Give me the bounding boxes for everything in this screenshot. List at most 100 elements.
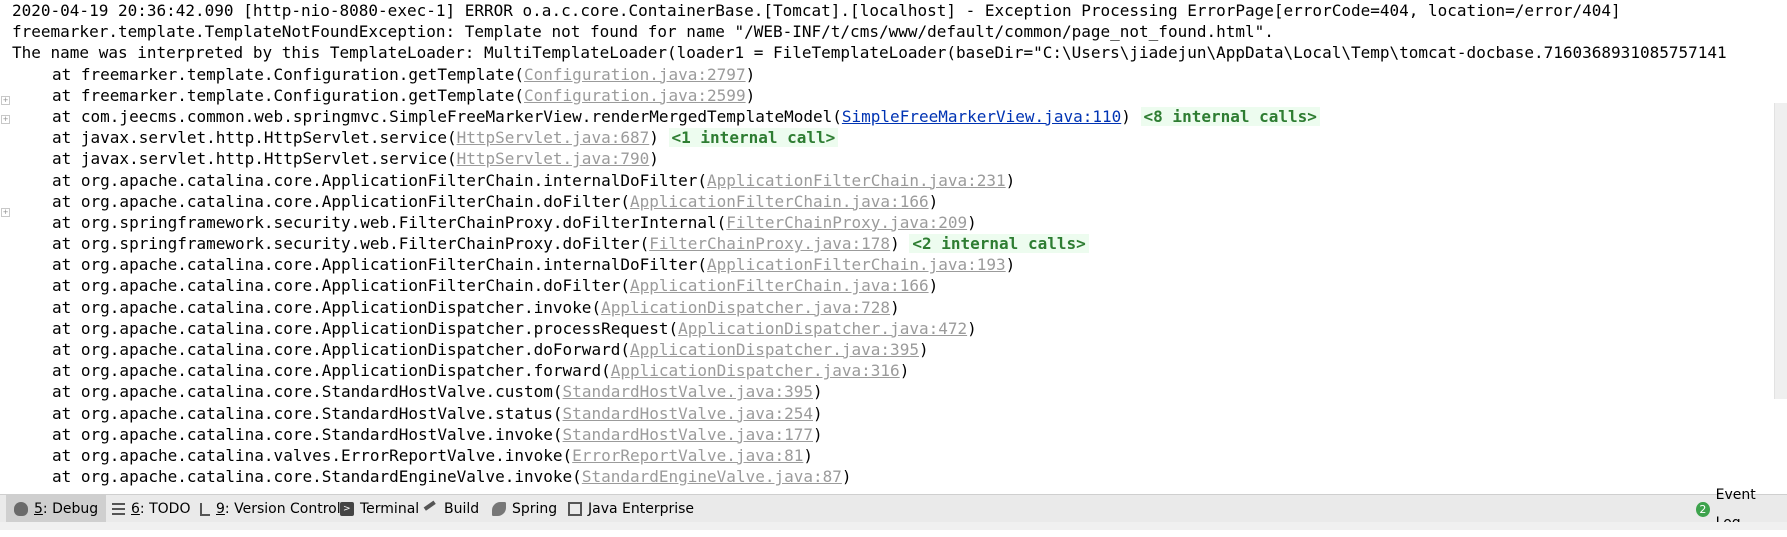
source-link[interactable]: StandardEngineValve.java:87 [582,467,842,486]
terminal-label: Terminal [360,501,420,517]
frame-method: at org.apache.catalina.core.ApplicationF… [52,170,708,190]
stack-frame-line: at org.springframework.security.web.Filt… [12,212,1775,233]
frame-method: at javax.servlet.http.HttpServlet.servic… [52,149,457,169]
tool-window-event-log[interactable]: 2 Event Log [1688,487,1787,531]
branch-icon [200,502,210,516]
internal-calls-fold[interactable]: <8 internal calls> [1140,106,1320,126]
frame-close-paren: ) [813,403,823,423]
source-link[interactable]: ApplicationFilterChain.java:193 [707,255,1006,274]
tool-window-terminal[interactable]: Terminal [332,495,427,523]
stack-frame-line: at org.apache.catalina.core.StandardEngi… [12,466,1775,487]
source-link[interactable]: StandardHostValve.java:177 [563,425,813,444]
debug-mnemonic: 5 [34,501,43,517]
source-link[interactable]: ApplicationFilterChain.java:166 [630,276,929,295]
event-log-badge: 2 [1696,501,1710,517]
tool-window-version-control[interactable]: 9: Version Control [192,495,349,523]
exception-detail-line: The name was interpreted by this Templat… [12,43,1727,63]
stack-frame-line: at org.apache.catalina.core.ApplicationF… [12,254,1775,275]
debug-label: : Debug [42,501,99,517]
source-link[interactable]: Configuration.java:2797 [524,65,746,84]
stack-frame-line: at freemarker.template.Configuration.get… [12,85,1775,106]
console-gutter: + + + [0,0,10,494]
frame-close-paren: ) [928,191,939,211]
frame-close-paren: ) [967,318,977,338]
internal-calls-fold[interactable]: <1 internal call> [668,128,839,148]
stack-frame-line: at org.apache.catalina.core.ApplicationD… [12,297,1775,318]
frame-method: at org.apache.catalina.core.ApplicationF… [52,255,708,275]
list-icon [112,503,125,515]
fold-icon[interactable]: + [1,96,10,105]
source-link[interactable]: HttpServlet.java:687 [457,128,650,147]
tool-window-todo[interactable]: 6: TODO [104,495,198,523]
frame-method: at org.apache.catalina.valves.ErrorRepor… [52,445,573,465]
stack-frame-line: at javax.servlet.http.HttpServlet.servic… [12,127,1775,148]
tool-window-build[interactable]: Build [418,495,487,523]
java-ee-icon [568,502,582,516]
frame-close-paren: ) [928,276,939,296]
source-link[interactable]: ApplicationDispatcher.java:728 [601,298,890,317]
frame-method: at com.jeecms.common.web.springmvc.Simpl… [52,106,842,126]
exception-line: freemarker.template.TemplateNotFoundExce… [12,22,1274,42]
source-link[interactable]: ApplicationFilterChain.java:231 [707,171,1006,190]
source-link[interactable]: FilterChainProxy.java:209 [726,213,967,232]
frame-close-paren: ) [649,149,659,169]
frame-method: at org.apache.catalina.core.ApplicationF… [52,276,630,296]
stack-frame-line: at org.apache.catalina.core.ApplicationD… [12,339,1775,360]
frame-close-paren: ) [745,64,756,84]
console-lines: 2020-04-19 20:36:42.090 [http-nio-8080-e… [12,0,1775,487]
java-enterprise-label: Java Enterprise [588,501,695,517]
source-link[interactable]: ApplicationDispatcher.java:472 [678,319,967,338]
todo-mnemonic: 6 [131,501,140,517]
frame-close-paren: ) [1005,170,1016,190]
source-link[interactable]: ApplicationDispatcher.java:316 [611,361,900,380]
fold-icon[interactable]: + [1,208,10,217]
frame-close-paren: ) [1005,255,1016,275]
fold-icon[interactable]: + [1,115,10,124]
source-link[interactable]: StandardHostValve.java:395 [563,382,813,401]
tool-window-debug[interactable]: 5: Debug [6,495,107,523]
stack-frame-line: at org.apache.catalina.core.ApplicationF… [12,170,1775,191]
tool-window-bar: 5: Debug 6: TODO 9: Version Control Term… [0,487,1787,531]
frame-close-paren: ) [813,382,823,402]
status-bar [0,522,1787,530]
stack-frame-line: at javax.servlet.http.HttpServlet.servic… [12,148,1775,169]
source-link[interactable]: StandardHostValve.java:254 [563,404,813,423]
tool-window-java-enterprise[interactable]: Java Enterprise [560,495,702,523]
frame-close-paren: ) [918,340,929,359]
frame-method: at org.springframework.security.web.Filt… [52,234,650,254]
console-output[interactable]: + + + 2020-04-19 20:36:42.090 [http-nio-… [0,0,1787,494]
terminal-icon [340,495,354,523]
frame-close-paren: ) [649,128,659,148]
frame-method: at freemarker.template.Configuration.get… [52,85,525,105]
vcs-mnemonic: 9 [216,501,225,517]
bug-icon [14,502,28,516]
internal-calls-fold[interactable]: <2 internal calls> [909,234,1089,254]
stack-frame-line: at org.apache.catalina.core.StandardHost… [12,403,1775,424]
source-link[interactable]: SimpleFreeMarkerView.java:110 [842,107,1121,126]
source-link[interactable]: ErrorReportValve.java:81 [572,446,803,465]
frame-method: at org.apache.catalina.core.ApplicationD… [52,318,679,338]
stack-frame-line: at org.apache.catalina.core.ApplicationF… [12,275,1775,296]
frame-close-paren: ) [890,297,900,317]
tool-window-spring[interactable]: Spring [484,495,565,523]
vertical-scrollbar[interactable] [1774,103,1787,399]
frame-method: at org.apache.catalina.core.StandardEngi… [52,467,582,487]
frame-method: at org.apache.catalina.core.ApplicationD… [52,361,611,381]
source-link[interactable]: Configuration.java:2599 [524,86,746,105]
frame-method: at org.apache.catalina.core.ApplicationD… [52,340,630,359]
frame-close-paren: ) [890,234,900,254]
stack-frame-line: at com.jeecms.common.web.springmvc.Simpl… [12,106,1775,127]
stack-frame-line: at org.apache.catalina.core.ApplicationD… [12,318,1775,339]
source-link[interactable]: ApplicationDispatcher.java:395 [630,340,919,359]
stack-frame-line: at org.apache.catalina.valves.ErrorRepor… [12,445,1775,466]
frame-close-paren: ) [1121,106,1131,126]
stack-frame-line: at org.apache.catalina.core.ApplicationD… [12,360,1775,381]
frame-method: at org.apache.catalina.core.ApplicationF… [52,191,630,211]
source-link[interactable]: ApplicationFilterChain.java:166 [630,192,929,211]
leaf-icon [492,502,506,516]
vcs-label: : Version Control [224,501,341,517]
source-link[interactable]: HttpServlet.java:790 [457,149,650,168]
frame-method: at javax.servlet.http.HttpServlet.servic… [52,128,457,148]
source-link[interactable]: FilterChainProxy.java:178 [649,234,890,253]
stack-frame-line: at freemarker.template.Configuration.get… [12,64,1775,85]
